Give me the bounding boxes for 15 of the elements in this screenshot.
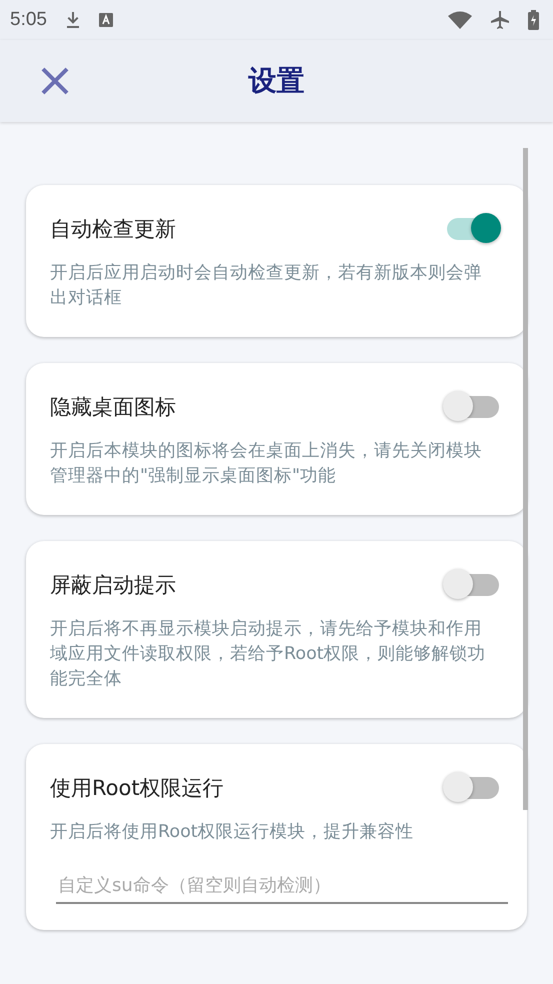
setting-title: 屏蔽启动提示 bbox=[50, 572, 176, 599]
text-icon bbox=[98, 13, 113, 27]
airplane-icon bbox=[490, 10, 510, 30]
battery-icon bbox=[528, 10, 539, 30]
setting-title: 使用Root权限运行 bbox=[50, 775, 224, 802]
setting-title: 隐藏桌面图标 bbox=[50, 394, 176, 421]
wifi-icon bbox=[448, 11, 472, 29]
download-icon bbox=[64, 11, 81, 29]
setting-description: 开启后应用启动时会自动检查更新，若有新版本则会弹出对话框 bbox=[50, 262, 483, 310]
setting-description: 开启后本模块的图标将会在桌面上消失，请先关闭模块管理器中的"强制显示桌面图标"功能 bbox=[50, 440, 483, 488]
status-time: 5:05 bbox=[10, 9, 47, 31]
setting-title: 自动检查更新 bbox=[50, 216, 176, 243]
page-title: 设置 bbox=[248, 63, 304, 99]
setting-description: 开启后将使用Root权限运行模块，提升兼容性 bbox=[50, 821, 415, 844]
setting-description: 开启后将不再显示模块启动提示，请先给予模块和作用域应用文件读取权限，若给予Root权限，则能够解锁功能完全体 bbox=[50, 618, 487, 691]
